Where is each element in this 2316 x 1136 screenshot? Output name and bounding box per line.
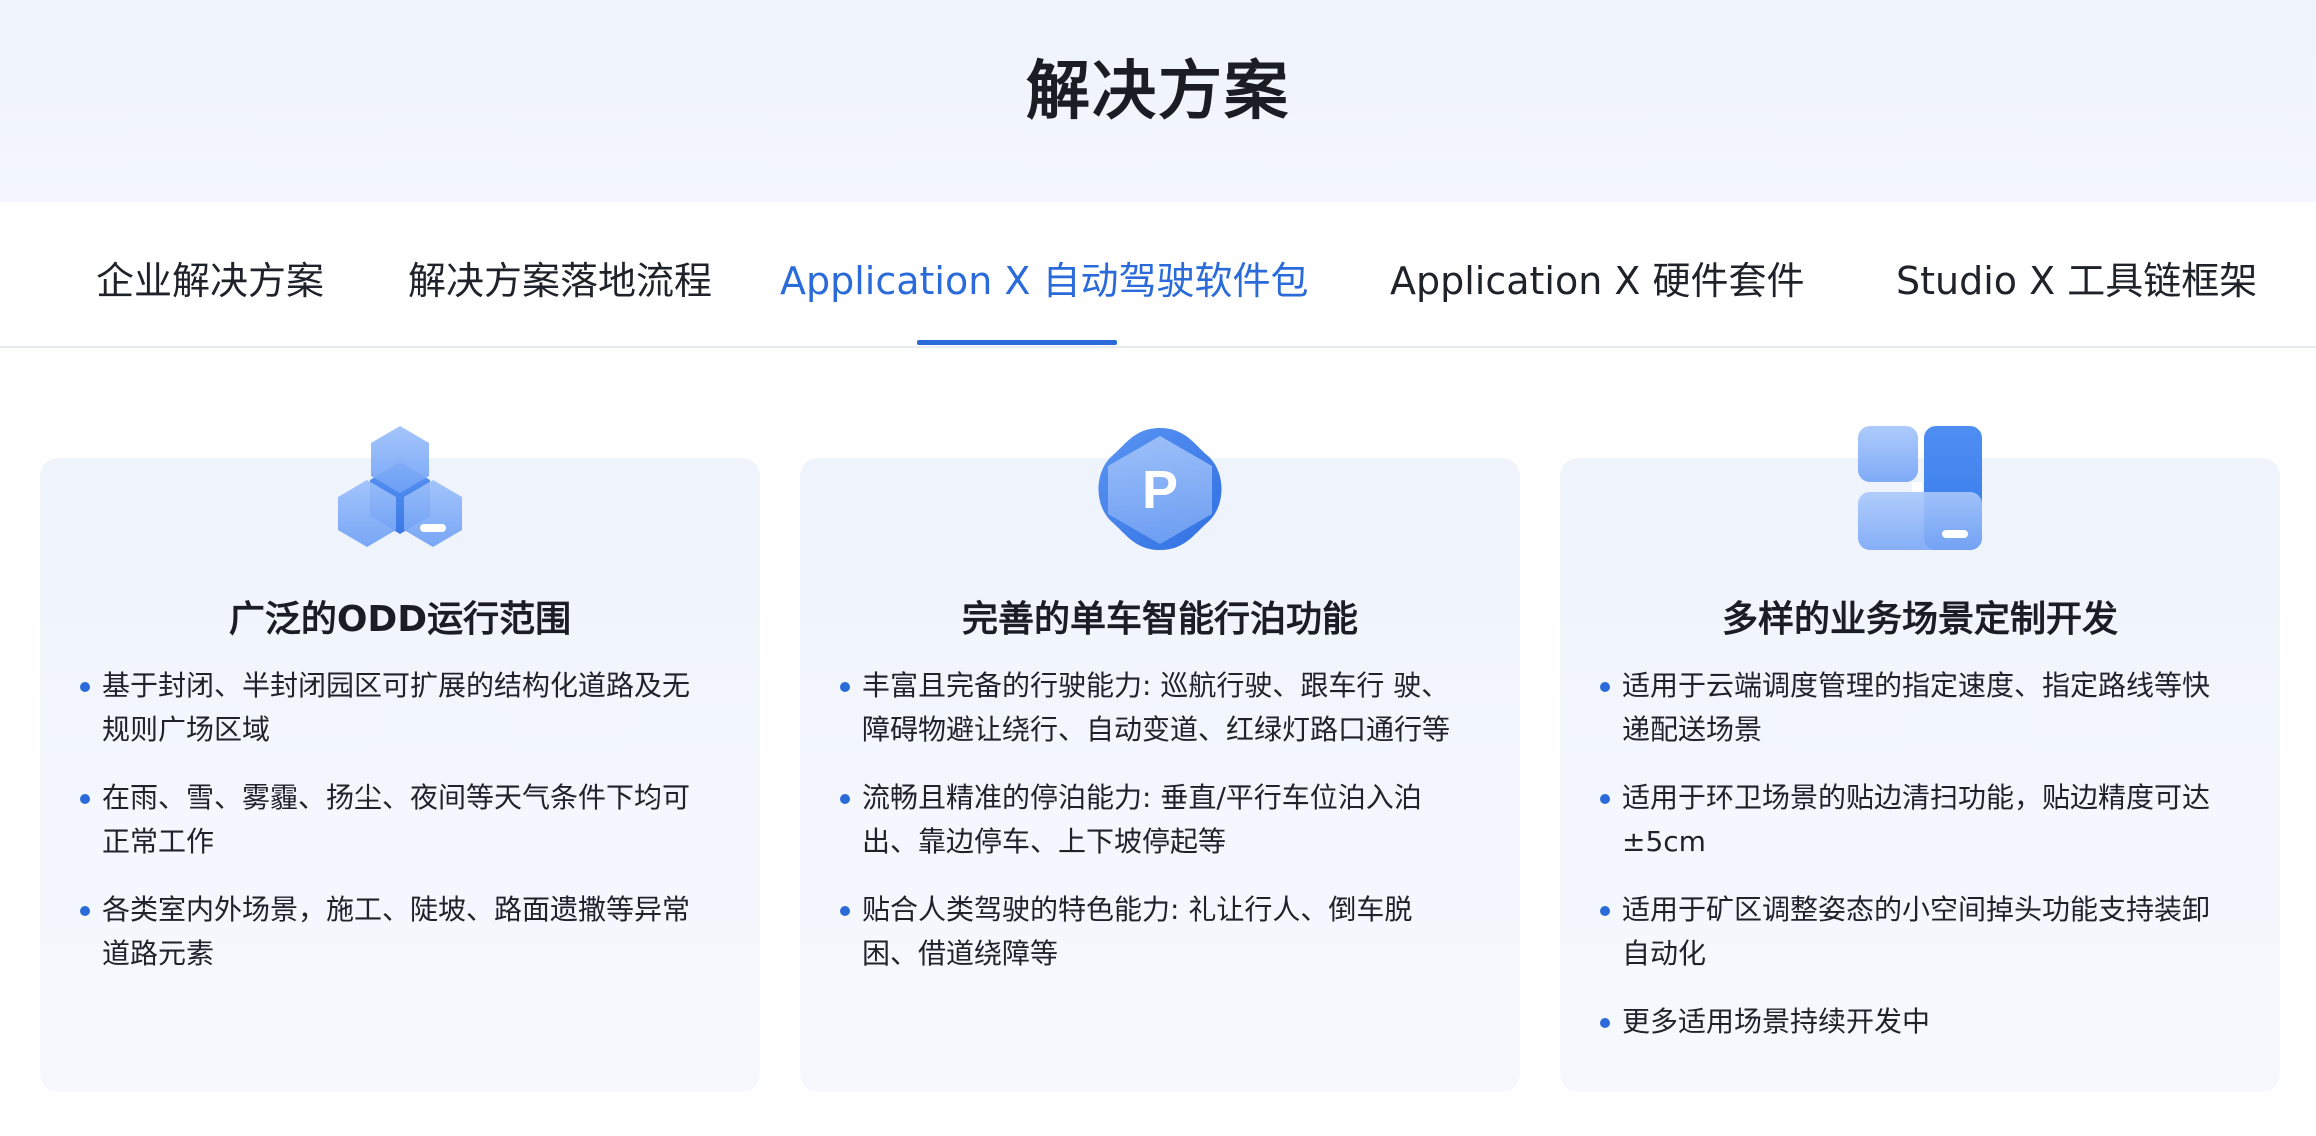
list-item: 在雨、雪、雾霾、扬尘、夜间等天气条件下均可正常工作: [80, 776, 700, 864]
card-bullet-list: 基于封闭、半封闭园区可扩展的结构化道路及无规则广场区域 在雨、雪、雾霾、扬尘、夜…: [80, 664, 700, 1000]
layout-blocks-icon: [1850, 422, 1990, 556]
list-item: 丰富且完备的行驶能力: 巡航行驶、跟车行 驶、障碍物避让绕行、自动变道、红绿灯路…: [840, 664, 1460, 752]
list-item: 流畅且精准的停泊能力: 垂直/平行车位泊入泊出、靠边停车、上下坡停起等: [840, 776, 1460, 864]
page-title: 解决方案: [1026, 55, 1290, 129]
tab-application-x-hardware[interactable]: Application X 硬件套件: [1390, 250, 1805, 305]
list-item: 基于封闭、半封闭园区可扩展的结构化道路及无规则广场区域: [80, 664, 700, 752]
tab-bar: 企业解决方案 解决方案落地流程 Application X 自动驾驶软件包 Ap…: [0, 202, 2316, 348]
list-item: 适用于环卫场景的贴边清扫功能，贴边精度可达±5cm: [1600, 776, 2220, 864]
tab-enterprise-solutions[interactable]: 企业解决方案: [96, 250, 324, 305]
card-bullet-list: 适用于云端调度管理的指定速度、指定路线等快递配送场景 适用于环卫场景的贴边清扫功…: [1600, 664, 2220, 1068]
tab-studio-x-toolchain[interactable]: Studio X 工具链框架: [1896, 250, 2257, 305]
card-title: 多样的业务场景定制开发: [1721, 599, 2118, 640]
hero-banner: 解决方案: [0, 0, 2316, 202]
icon-letter: P: [1142, 460, 1178, 520]
card-title: 广泛的ODD运行范围: [228, 599, 572, 640]
list-item: 适用于云端调度管理的指定速度、指定路线等快递配送场景: [1600, 664, 2220, 752]
hexagon-cluster-icon: [330, 422, 470, 556]
parking-p-icon: P: [1090, 422, 1230, 556]
tab-application-x-software[interactable]: Application X 自动驾驶软件包: [780, 250, 1309, 305]
card-title: 完善的单车智能行泊功能: [961, 599, 1358, 640]
active-tab-indicator: [917, 340, 1117, 345]
list-item: 更多适用场景持续开发中: [1600, 1000, 2220, 1044]
tab-solution-process[interactable]: 解决方案落地流程: [408, 250, 712, 305]
list-item: 各类室内外场景，施工、陡坡、路面遗撒等异常道路元素: [80, 888, 700, 976]
list-item: 适用于矿区调整姿态的小空间掉头功能支持装卸自动化: [1600, 888, 2220, 976]
card-bullet-list: 丰富且完备的行驶能力: 巡航行驶、跟车行 驶、障碍物避让绕行、自动变道、红绿灯路…: [840, 664, 1460, 1000]
list-item: 贴合人类驾驶的特色能力: 礼让行人、倒车脱困、借道绕障等: [840, 888, 1460, 976]
